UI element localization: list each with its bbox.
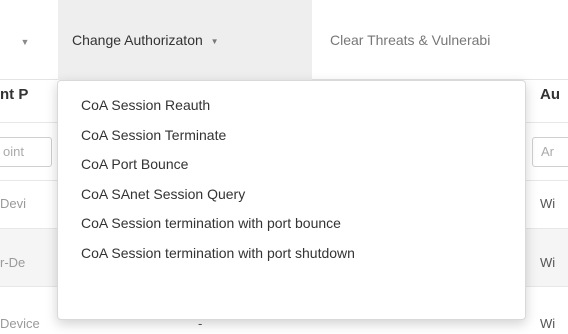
clear-threats-label: Clear Threats & Vulnerabi — [330, 32, 491, 48]
clear-threats-button[interactable]: Clear Threats & Vulnerabi — [322, 0, 568, 80]
menu-item-coa-sanet-session-query[interactable]: CoA SAnet Session Query — [58, 180, 525, 210]
change-authorization-button[interactable]: Change Authorizaton ▼ — [58, 0, 312, 80]
menu-item-coa-session-terminate[interactable]: CoA Session Terminate — [58, 121, 525, 151]
table-cell: r-De — [0, 255, 26, 270]
table-cell: Wi — [540, 196, 556, 211]
endpoint-filter-input[interactable]: oint — [0, 137, 52, 167]
menu-item-coa-port-bounce[interactable]: CoA Port Bounce — [58, 150, 525, 180]
table-cell: Wi — [540, 255, 556, 270]
chevron-down-icon: ▼ — [210, 37, 219, 46]
action-toolbar: ▼ Change Authorizaton ▼ Clear Threats & … — [0, 0, 568, 80]
change-authorization-menu: CoA Session Reauth CoA Session Terminate… — [57, 80, 526, 320]
app-root: ▼ Change Authorizaton ▼ Clear Threats & … — [0, 0, 568, 334]
table-cell: Wi — [540, 316, 556, 331]
menu-item-coa-terminate-port-shutdown[interactable]: CoA Session termination with port shutdo… — [58, 239, 525, 269]
auth-filter-input[interactable]: Ar — [532, 137, 568, 167]
change-authorization-label: Change Authorizaton — [72, 32, 203, 48]
table-cell: Devi — [0, 196, 27, 211]
menu-item-coa-session-reauth[interactable]: CoA Session Reauth — [58, 91, 525, 121]
column-header-auth[interactable]: Au — [540, 86, 560, 103]
column-header-endpoint[interactable]: nt P — [0, 86, 28, 103]
table-cell: Device — [0, 316, 40, 331]
menu-item-coa-terminate-port-bounce[interactable]: CoA Session termination with port bounce — [58, 209, 525, 239]
chevron-down-icon[interactable]: ▼ — [12, 32, 38, 52]
